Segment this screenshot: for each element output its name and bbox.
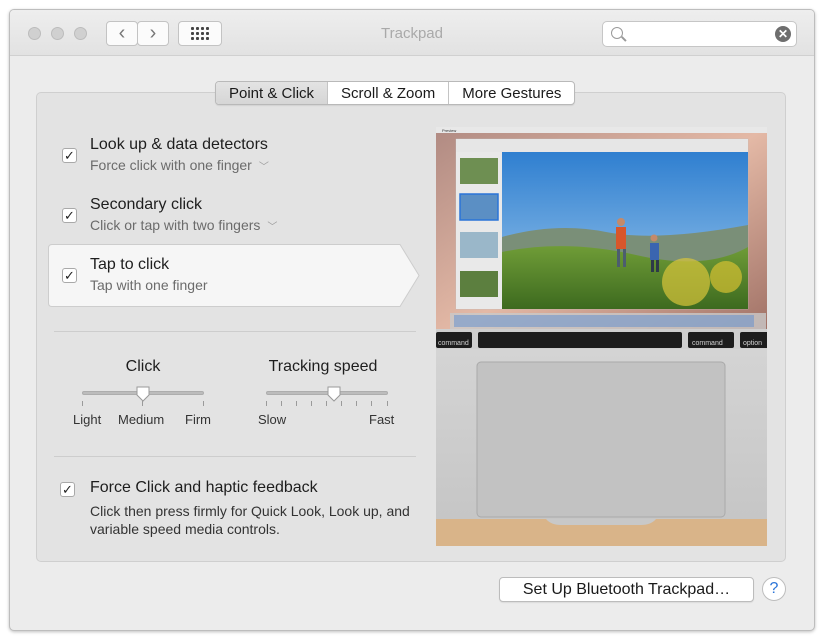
clear-search-icon[interactable]: ✕ xyxy=(775,26,791,42)
tracking-speed-label: Tracking speed xyxy=(268,358,378,375)
slider-tick xyxy=(311,401,312,406)
preview-menubar: Preview xyxy=(442,128,456,133)
search-input[interactable] xyxy=(629,25,769,43)
tap-to-click-subtitle: Tap with one finger xyxy=(90,277,208,293)
slider-tick xyxy=(203,401,204,406)
slider-tick xyxy=(82,401,83,406)
chevron-down-icon: ﹀ xyxy=(258,162,269,173)
tracking-slider-thumb[interactable] xyxy=(327,386,341,402)
click-max-label: Firm xyxy=(185,412,211,427)
tracking-max-label: Fast xyxy=(369,412,395,427)
tap-to-click-row[interactable] xyxy=(48,244,420,307)
secondary-click-subtitle-menu[interactable]: Click or tap with two fingers ﹀ xyxy=(90,217,277,233)
slider-tick xyxy=(387,401,388,406)
force-click-description: Click then press firmly for Quick Look, … xyxy=(90,503,410,537)
click-slider-thumb[interactable] xyxy=(136,386,150,402)
tracking-min-label: Slow xyxy=(258,412,287,427)
secondary-click-title: Secondary click xyxy=(90,196,203,213)
option-key: option xyxy=(743,340,762,347)
slider-tick xyxy=(266,401,267,406)
command-key-left: command xyxy=(438,340,469,347)
command-key-right: command xyxy=(692,340,723,347)
preferences-window: ‹ › Trackpad ✕ Point & Click Scroll & Zo… xyxy=(9,9,815,631)
slider-tick xyxy=(142,401,143,406)
slider-tick xyxy=(281,401,282,406)
help-button[interactable]: ? xyxy=(762,577,786,601)
tab-more-gestures[interactable]: More Gestures xyxy=(449,82,574,104)
click-slider-label: Click xyxy=(125,358,161,375)
look-up-title: Look up & data detectors xyxy=(90,136,268,153)
look-up-subtitle: Force click with one finger xyxy=(90,157,252,173)
chevron-down-icon: ﹀ xyxy=(267,222,278,233)
slider-tick xyxy=(326,401,327,406)
click-min-label: Light xyxy=(73,412,102,427)
slider-tick xyxy=(371,401,372,406)
slider-tick xyxy=(341,401,342,406)
divider xyxy=(54,456,416,457)
force-click-checkbox[interactable]: ✓ xyxy=(60,482,75,497)
secondary-click-subtitle: Click or tap with two fingers xyxy=(90,217,261,233)
title-bar: ‹ › Trackpad ✕ xyxy=(10,10,814,56)
tab-scroll-zoom[interactable]: Scroll & Zoom xyxy=(328,82,450,104)
slider-tick xyxy=(356,401,357,406)
slider-tick xyxy=(296,401,297,406)
gesture-preview-image: Preview command command option xyxy=(436,127,767,546)
look-up-subtitle-menu[interactable]: Force click with one finger ﹀ xyxy=(90,157,269,173)
search-icon xyxy=(611,27,623,39)
tab-point-click[interactable]: Point & Click xyxy=(216,82,329,104)
tap-to-click-title: Tap to click xyxy=(90,256,170,273)
secondary-click-checkbox[interactable]: ✓ xyxy=(62,208,77,223)
divider xyxy=(54,331,416,332)
search-field[interactable]: ✕ xyxy=(602,21,797,47)
tap-to-click-checkbox[interactable]: ✓ xyxy=(62,268,77,283)
set-up-bluetooth-trackpad-button[interactable]: Set Up Bluetooth Trackpad… xyxy=(499,577,754,602)
click-mid-label: Medium xyxy=(118,412,165,427)
tab-bar: Point & Click Scroll & Zoom More Gesture… xyxy=(215,81,576,105)
force-click-title: Force Click and haptic feedback xyxy=(90,479,318,496)
trackpad-preview-illustration: Preview command command option xyxy=(436,127,767,546)
look-up-checkbox[interactable]: ✓ xyxy=(62,148,77,163)
